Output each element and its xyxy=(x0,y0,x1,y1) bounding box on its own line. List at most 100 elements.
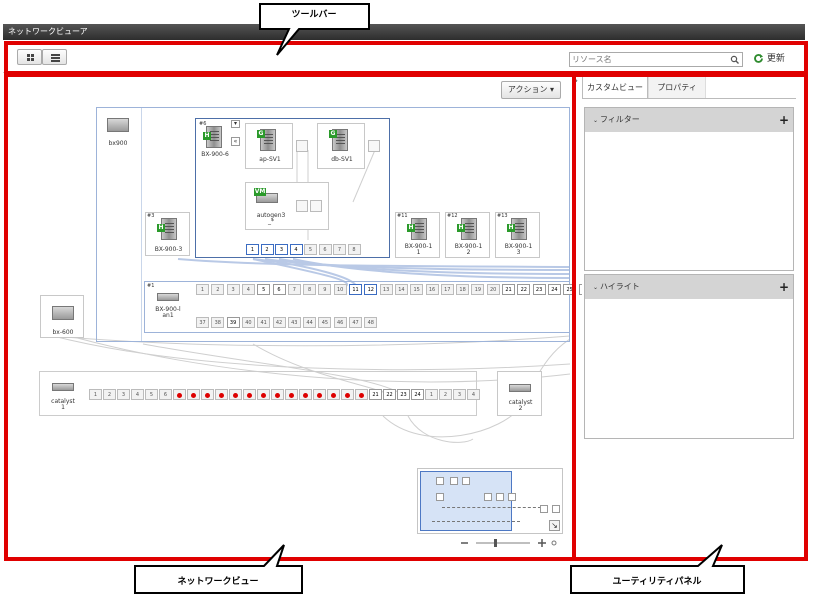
port[interactable]: 21 xyxy=(502,284,515,295)
port[interactable] xyxy=(215,389,228,400)
port[interactable]: 42 xyxy=(272,317,286,328)
port[interactable] xyxy=(299,389,312,400)
port[interactable]: 2 xyxy=(211,284,225,295)
port[interactable] xyxy=(355,389,368,400)
port[interactable]: 5 xyxy=(145,389,158,400)
network-view[interactable]: アクション ▾ bx900 #6 H BX-900-6 ▾ « G ap-SV1… xyxy=(3,74,607,560)
port[interactable]: 5 xyxy=(257,284,271,295)
port[interactable]: 19 xyxy=(471,284,485,295)
port[interactable]: 3 xyxy=(226,284,240,295)
port[interactable]: 1 xyxy=(425,389,438,400)
overview-minimap[interactable]: ↘ xyxy=(417,468,563,534)
port[interactable] xyxy=(341,389,354,400)
port[interactable]: 7 xyxy=(287,284,301,295)
port[interactable]: 40 xyxy=(241,317,255,328)
search-icon[interactable] xyxy=(730,55,739,64)
port[interactable]: 39 xyxy=(226,317,240,328)
port[interactable]: 23 xyxy=(397,389,410,400)
grid-view-button[interactable] xyxy=(17,49,42,65)
action-button[interactable]: アクション ▾ xyxy=(501,81,561,99)
port[interactable]: 2 xyxy=(103,389,116,400)
port[interactable]: 10 xyxy=(333,284,347,295)
port[interactable]: 46 xyxy=(333,317,347,328)
port[interactable]: 11 xyxy=(349,284,362,295)
vm-node-ap-sv1[interactable]: G ap-SV1 xyxy=(245,123,293,169)
port[interactable]: 4 xyxy=(289,244,303,255)
port[interactable]: 45 xyxy=(318,317,332,328)
port[interactable]: 20 xyxy=(486,284,500,295)
port[interactable]: 41 xyxy=(257,317,271,328)
port[interactable]: 22 xyxy=(383,389,396,400)
port[interactable]: 22 xyxy=(517,284,531,295)
port[interactable]: 2 xyxy=(439,389,452,400)
port[interactable]: 7 xyxy=(333,244,346,255)
port[interactable] xyxy=(173,389,186,400)
port[interactable]: 4 xyxy=(241,284,255,295)
port[interactable]: 12 xyxy=(364,284,378,295)
port[interactable]: 18 xyxy=(456,284,470,295)
port[interactable]: 6 xyxy=(272,284,286,295)
vnic-box[interactable] xyxy=(368,140,380,152)
port[interactable] xyxy=(187,389,200,400)
port[interactable]: 13 xyxy=(379,284,393,295)
port[interactable] xyxy=(271,389,284,400)
port[interactable] xyxy=(257,389,270,400)
blade-node-11[interactable]: #11 H BX-900-1 1 xyxy=(395,212,440,258)
port[interactable]: 21 xyxy=(369,389,382,400)
tab-properties[interactable]: プロパティ xyxy=(648,76,706,98)
port[interactable]: 47 xyxy=(349,317,362,328)
port[interactable] xyxy=(229,389,242,400)
port[interactable]: 25 xyxy=(563,284,577,295)
vm-node-db-sv1[interactable]: G db-SV1 xyxy=(317,123,365,169)
blade-node-12[interactable]: #12 H BX-900-1 2 xyxy=(445,212,490,258)
port[interactable]: 23 xyxy=(532,284,546,295)
port[interactable] xyxy=(243,389,256,400)
port[interactable]: 4 xyxy=(467,389,480,400)
blade-node-3[interactable]: #3 H BX-900-3 xyxy=(145,212,190,256)
port[interactable]: 1 xyxy=(89,389,102,400)
tab-custom-view[interactable]: カスタムビュー xyxy=(582,76,648,98)
port[interactable]: 24 xyxy=(547,284,561,295)
port[interactable]: 17 xyxy=(440,284,454,295)
port[interactable]: 38 xyxy=(211,317,225,328)
port[interactable]: 43 xyxy=(287,317,301,328)
port[interactable]: 9 xyxy=(318,284,332,295)
chassis-node[interactable]: bx900 xyxy=(103,112,133,152)
expand-dropdown-icon[interactable]: ▾ xyxy=(231,120,240,128)
port[interactable]: 3 xyxy=(275,244,288,255)
port[interactable]: 4 xyxy=(131,389,144,400)
port[interactable] xyxy=(201,389,214,400)
refresh-button[interactable]: 更新 xyxy=(753,51,785,67)
port[interactable]: 8 xyxy=(303,284,317,295)
port[interactable]: 6 xyxy=(318,244,332,255)
port[interactable]: 1 xyxy=(196,284,209,295)
add-filter-icon[interactable]: + xyxy=(779,108,789,132)
catalyst1-node[interactable]: catalyst 1 xyxy=(41,373,85,413)
port[interactable]: 8 xyxy=(347,244,361,255)
lan-switch-node[interactable]: #1 BX-900-l an1 xyxy=(146,283,190,329)
blade-node-13[interactable]: #13 H BX-900-1 3 xyxy=(495,212,540,258)
minimap-toggle-icon[interactable]: ↘ xyxy=(549,520,560,531)
add-highlight-icon[interactable]: + xyxy=(779,275,789,299)
vm-node-autogen3[interactable]: VM autogen3 _* xyxy=(245,182,329,230)
port[interactable]: 5 xyxy=(304,244,317,255)
highlight-header[interactable]: ⌄ ハイライト + xyxy=(585,275,793,299)
port[interactable] xyxy=(313,389,326,400)
list-view-button[interactable] xyxy=(42,49,67,65)
port[interactable]: 6 xyxy=(159,389,172,400)
port[interactable]: 24 xyxy=(411,389,424,400)
port[interactable]: 44 xyxy=(303,317,317,328)
collapse-icon[interactable]: « xyxy=(231,137,240,146)
port[interactable]: 48 xyxy=(364,317,378,328)
port[interactable]: 1 xyxy=(246,244,259,255)
port[interactable]: 37 xyxy=(196,317,209,328)
bx600-node[interactable]: bx-600 xyxy=(40,295,84,338)
port[interactable]: 15 xyxy=(410,284,424,295)
port[interactable]: 3 xyxy=(117,389,130,400)
search-input[interactable] xyxy=(570,53,725,66)
vnic-box[interactable] xyxy=(310,200,322,212)
blade-host-node[interactable]: #6 H BX-900-6 xyxy=(198,121,229,159)
panel-collapse-icon[interactable]: » xyxy=(573,76,581,86)
catalyst2-node[interactable]: catalyst 2 xyxy=(497,371,542,416)
filter-header[interactable]: ⌄ フィルター + xyxy=(585,108,793,132)
